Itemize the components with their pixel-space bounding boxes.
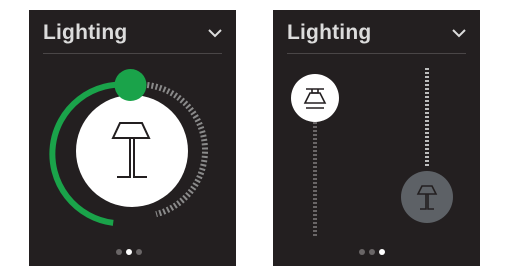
sliders-graphic — [291, 68, 453, 236]
slider-knob-ceiling[interactable] — [291, 74, 339, 122]
page-dot[interactable] — [369, 249, 375, 255]
page-dot[interactable] — [116, 249, 122, 255]
lighting-panel-dial: Lighting — [29, 10, 236, 266]
page-dot[interactable] — [136, 249, 142, 255]
dial-graphic — [49, 69, 209, 226]
lighting-panel-sliders: Lighting — [273, 10, 480, 266]
page-indicator — [116, 249, 142, 255]
page-dot-active[interactable] — [126, 249, 132, 255]
lamp-toggle-button[interactable] — [76, 95, 188, 207]
dial-knob[interactable] — [114, 69, 147, 101]
page-dot[interactable] — [359, 249, 365, 255]
slider-knob-table[interactable] — [401, 171, 453, 223]
page-dot-active[interactable] — [379, 249, 385, 255]
page-indicator — [359, 249, 385, 255]
